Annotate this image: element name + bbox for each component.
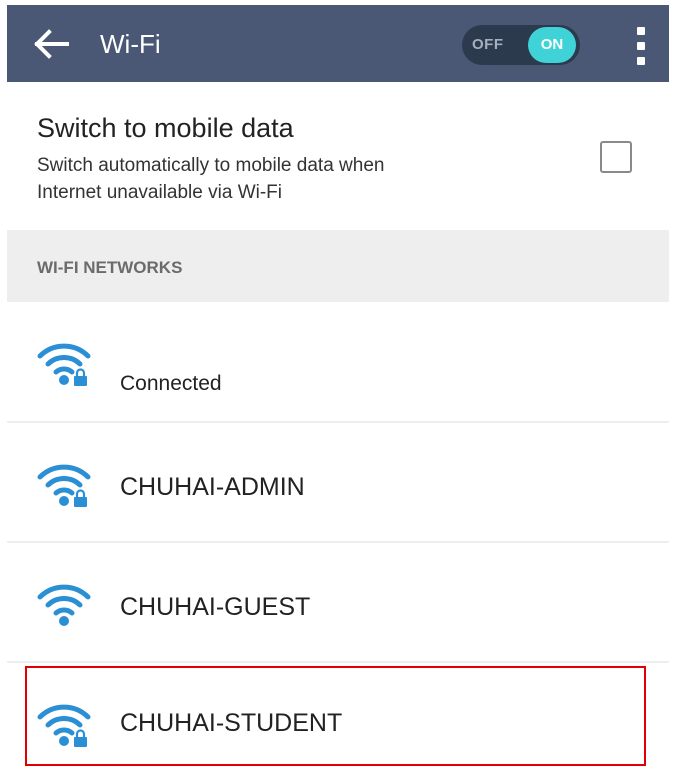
back-arrow-icon[interactable] <box>31 27 71 61</box>
wifi-networks-header-label: WI-FI NETWORKS <box>37 258 183 277</box>
wifi-toggle[interactable]: OFF ON <box>462 25 580 65</box>
highlight-box <box>25 666 646 766</box>
mobile-data-description: Switch automatically to mobile data when… <box>37 152 557 206</box>
switch-to-mobile-data-row[interactable]: Switch to mobile data Switch automatical… <box>0 82 673 230</box>
network-name: CHUHAI-ADMIN <box>120 473 305 501</box>
wifi-icon <box>36 579 92 629</box>
wifi-locked-icon <box>36 459 92 509</box>
mobile-data-title: Switch to mobile data <box>37 113 294 143</box>
network-name: CHUHAI-GUEST <box>120 593 311 621</box>
toggle-knob: ON <box>528 27 576 63</box>
toggle-off-label: OFF <box>472 36 504 53</box>
network-status: Connected <box>120 372 222 395</box>
mobile-data-description-line1: Switch automatically to mobile data when <box>37 155 385 176</box>
app-bar: Wi-Fi OFF ON <box>7 5 669 82</box>
wifi-locked-icon <box>36 338 92 388</box>
wifi-networks-header: WI-FI NETWORKS <box>7 230 669 302</box>
network-item[interactable]: CHUHAI-ADMIN <box>7 423 669 541</box>
mobile-data-description-line2: Internet unavailable via Wi-Fi <box>37 182 282 203</box>
mobile-data-checkbox[interactable] <box>600 141 632 173</box>
network-item-connected[interactable]: Connected <box>7 302 669 420</box>
network-item[interactable]: CHUHAI-GUEST <box>7 543 669 661</box>
toggle-on-label: ON <box>540 36 564 53</box>
overflow-menu-icon[interactable] <box>633 27 649 67</box>
page-title: Wi-Fi <box>100 29 161 59</box>
